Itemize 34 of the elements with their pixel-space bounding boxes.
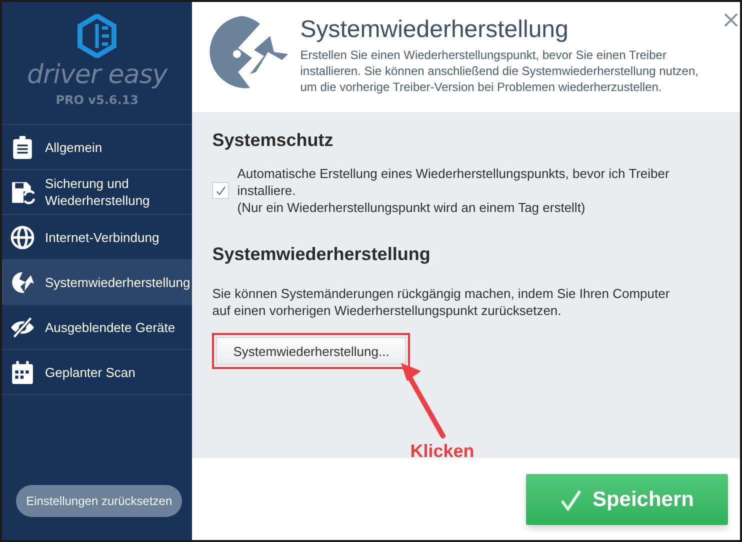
sidebar-item[interactable]: Systemwiederherstellung — [2, 260, 192, 305]
page-title: Systemwiederherstellung — [300, 16, 570, 44]
close-icon[interactable] — [724, 13, 738, 27]
checkmark-icon — [216, 186, 226, 196]
checkbox[interactable] — [212, 182, 230, 199]
brand-name: driver easy — [27, 60, 168, 90]
sidebar-item[interactable]: Sicherung und Wiederherstellung — [2, 170, 192, 215]
sidebar-item-label: Ausgeblendete Geräte — [45, 318, 176, 336]
clipboard-icon — [10, 134, 35, 160]
sidebar-item[interactable]: Geplanter Scan — [2, 350, 192, 395]
hidden-eye-icon — [10, 314, 35, 340]
checkbox-note: (Nur ein Wiederherstellungspunkt wird an einem Tag erstellt) — [237, 199, 586, 216]
globe-icon — [10, 224, 35, 250]
checkmark-icon — [560, 488, 582, 510]
sidebar-item-label: Geplanter Scan — [45, 364, 136, 380]
sidebar-item[interactable]: Allgemein — [2, 125, 192, 170]
sidebar-item-label: Sicherung und Wiederherstellung — [45, 175, 151, 209]
restore-icon — [10, 270, 35, 294]
floppy-sync-icon — [10, 180, 35, 204]
reset-settings-button[interactable]: Einstellungen zurücksetzen — [16, 485, 182, 517]
section-heading: Systemschutz — [212, 130, 334, 151]
checkbox-label: Automatische Erstellung eines Wiederherstellungspunkts, bevor ich Treiber installiere. — [237, 165, 670, 199]
calendar-icon — [10, 360, 35, 384]
sidebar-item-label: Internet-Verbindung — [45, 228, 160, 246]
annotation-label: Klicken — [410, 441, 474, 462]
system-restore-button[interactable]: Systemwiederherstellung... — [216, 337, 406, 365]
edition-label: PRO v5.6.13 — [56, 93, 138, 107]
sidebar-item-label: Allgemein — [45, 138, 102, 156]
section-heading: Systemwiederherstellung — [212, 244, 432, 265]
sidebar-item-label: Systemwiederherstellung — [45, 274, 190, 290]
section-description: Sie können Systemänderungen rückgängig machen, indem Sie Ihren Computer auf einen vorherigen Wiederherstellungspunkt zurücksetzen. — [212, 285, 671, 319]
page-description: Erstellen Sie einen Wiederherstellungspunkt, bevor Sie einen Treiber installieren. Sie können anschließend die Systemwiederherstellung nutzen, um die vorherige Treiber-Version bei Problemen wiederherzustellen. — [300, 47, 700, 95]
sidebar-item[interactable]: Ausgeblendete Geräte — [2, 305, 192, 350]
logo-icon — [76, 14, 118, 58]
